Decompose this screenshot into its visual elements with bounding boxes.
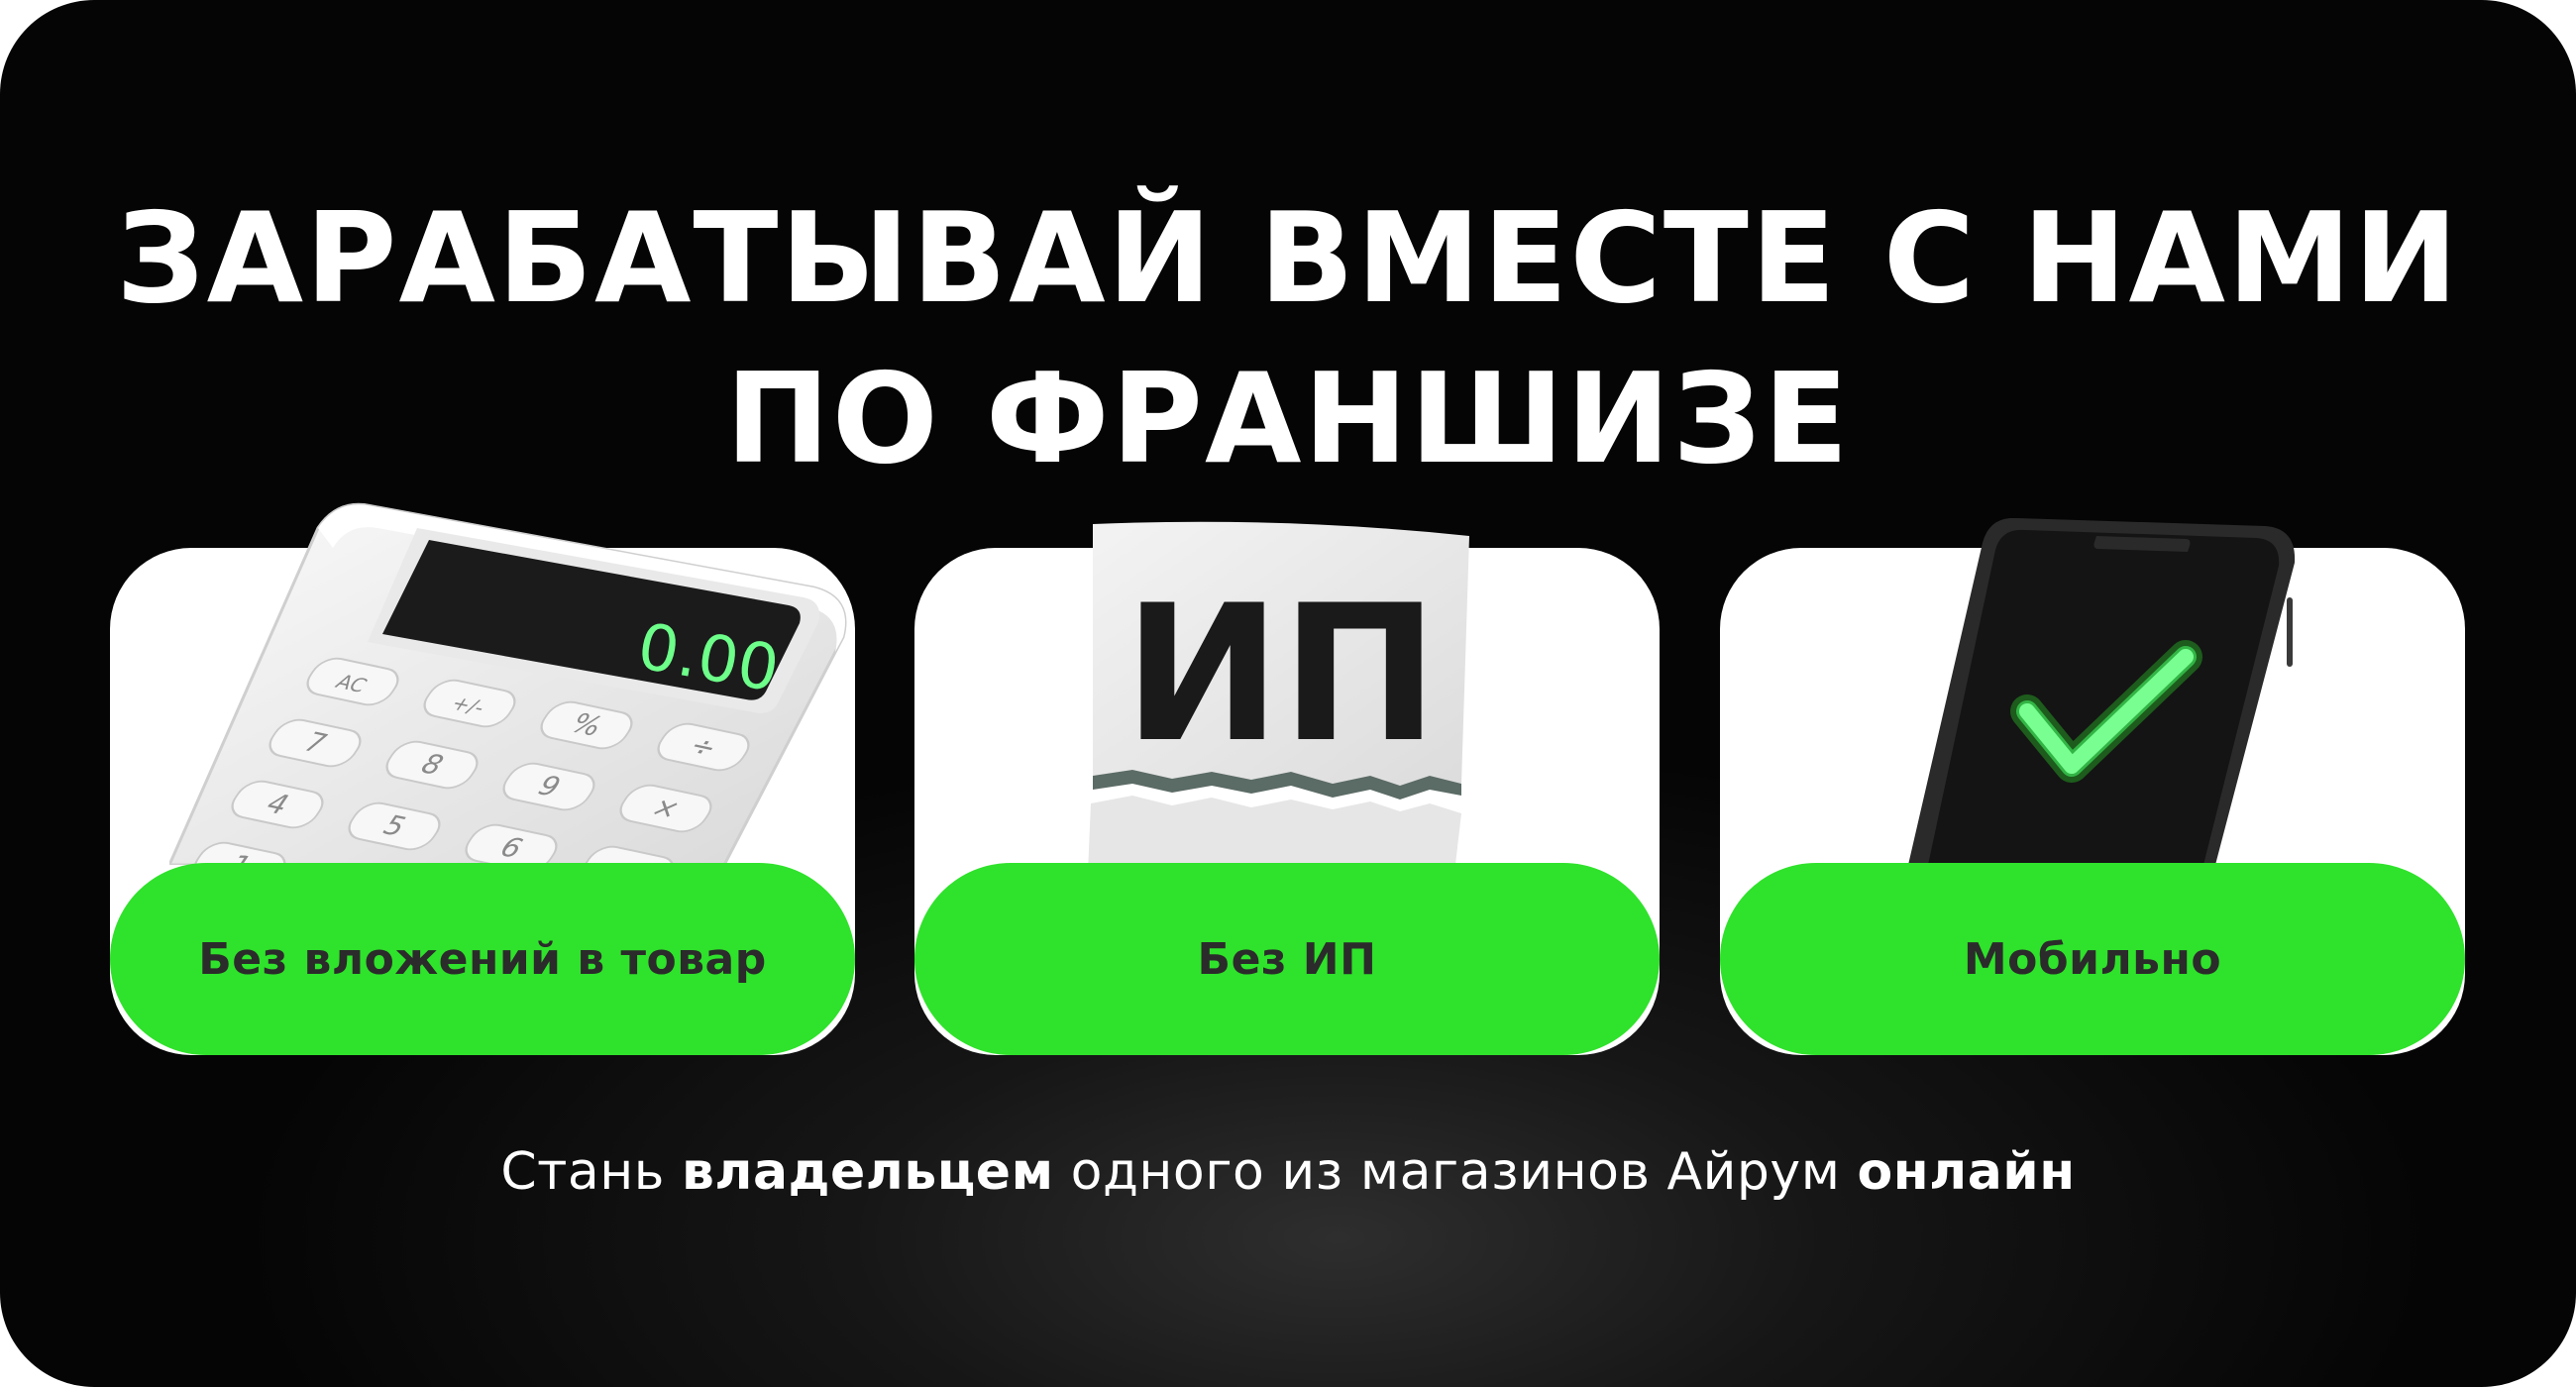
headline: ЗАРАБАТЫВАЙ ВМЕСТЕ С НАМИ ПО ФРАНШИЗЕ [0,178,2576,499]
phone-checkmark-icon [1908,518,2296,865]
subtitle: Стань владельцем одного из магазинов Айр… [0,1137,2576,1207]
feature-label-no-investment: Без вложений в товар [110,863,855,1055]
subtitle-part-1: Стань [500,1142,682,1202]
subtitle-part-2: одного из магазинов Айрум [1053,1142,1858,1202]
calculator-icon: 0.00 AC+/-%÷789×456−123 [169,502,847,865]
headline-line-1: ЗАРАБАТЫВАЙ ВМЕСТЕ С НАМИ [116,185,2460,331]
subtitle-bold-1: владельцем [681,1142,1054,1202]
subtitle-bold-2: онлайн [1857,1142,2076,1202]
torn-paper-icon: ИП [1088,521,1469,873]
feature-card-no-investment: 0.00 AC+/-%÷789×456−123 Без вложений в т… [110,502,855,1055]
franchise-banner: ЗАРАБАТЫВАЙ ВМЕСТЕ С НАМИ ПО ФРАНШИЗЕ 0.… [0,0,2576,1387]
feature-label-mobile: Мобильно [1720,863,2465,1055]
feature-label-no-ip: Без ИП [914,863,1660,1055]
feature-card-mobile: Мобильно [1720,518,2465,1055]
paper-text: ИП [1124,565,1439,784]
feature-card-no-ip: ИП Без ИП [914,521,1660,1055]
